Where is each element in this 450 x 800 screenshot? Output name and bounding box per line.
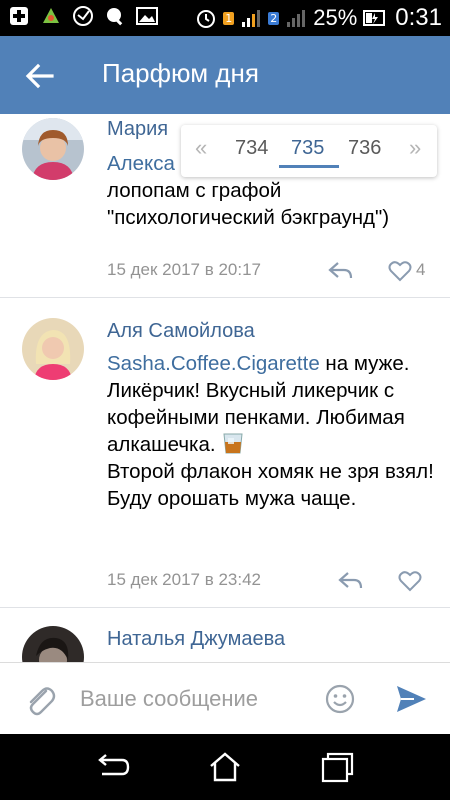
notification-icons (8, 5, 158, 27)
reply-icon[interactable] (328, 260, 354, 282)
system-nav-bar (0, 734, 450, 800)
reply-icon[interactable] (338, 570, 364, 592)
comments-list[interactable]: Мария Алекса лопопам с графой "психологи… (0, 114, 450, 662)
current-page-indicator (279, 165, 339, 168)
prev-page-button[interactable]: « (195, 135, 207, 161)
app-notification-icon (40, 5, 62, 27)
comment-date: 15 дек 2017 в 23:42 (107, 570, 262, 589)
back-arrow-icon[interactable] (22, 58, 58, 94)
clock: 0:31 (395, 4, 442, 31)
bank-icon (72, 5, 94, 27)
signal-icon-sim1 (240, 7, 262, 29)
comment-body: лопопам с графой "психологический бэкгра… (107, 179, 390, 229)
search-app-icon (104, 5, 126, 27)
battery-icon (363, 7, 386, 29)
gallery-icon (136, 5, 158, 27)
page-title: Парфюм дня (102, 58, 259, 88)
avatar[interactable] (22, 318, 84, 380)
comment-body-part2: Второй флакон хомяк не зря взял! Буду ор… (107, 460, 434, 510)
tumbler-glass-emoji (221, 431, 245, 455)
smiley-icon[interactable] (324, 683, 356, 715)
sim1-badge: 1 (223, 11, 235, 25)
status-bar: 1 2 25% 0:31 (0, 0, 450, 36)
comment-item: Наталья Джумаева (0, 608, 450, 662)
page-switcher: « 734 735 736 » (181, 125, 437, 177)
page-button[interactable]: 734 (235, 137, 268, 160)
avatar[interactable] (22, 118, 84, 180)
avatar[interactable] (22, 626, 84, 662)
heart-icon[interactable] (398, 570, 422, 592)
next-page-button[interactable]: » (409, 135, 421, 161)
comment-author[interactable]: Аля Самойлова (107, 320, 255, 343)
sim2-badge: 2 (268, 11, 280, 25)
current-page-button[interactable]: 735 (291, 137, 324, 160)
page-button[interactable]: 736 (348, 137, 381, 160)
message-input[interactable] (80, 683, 310, 715)
comment-date: 15 дек 2017 в 20:17 (107, 260, 262, 279)
message-composer (0, 662, 450, 734)
battery-percent: 25% (313, 5, 358, 30)
alarm-icon (195, 7, 217, 29)
comment-item: Аля Самойлова Sasha.Coffee.Cigarette на … (0, 298, 450, 608)
system-icons: 1 2 25% 0:31 (195, 4, 442, 32)
mention-link[interactable]: Sasha.Coffee.Cigarette (107, 352, 320, 375)
heart-icon[interactable] (388, 260, 412, 282)
comment-author[interactable]: Наталья Джумаева (107, 628, 285, 651)
home-icon[interactable] (205, 750, 245, 784)
add-icon (8, 5, 30, 27)
likes-count: 4 (416, 260, 426, 279)
app-bar: Парфюм дня (0, 36, 450, 114)
send-icon[interactable] (394, 683, 428, 715)
recents-icon[interactable] (318, 750, 358, 784)
comment-text: Sasha.Coffee.Cigarette на муже. Ликёрчик… (107, 350, 437, 512)
back-icon[interactable] (92, 750, 132, 784)
paperclip-icon[interactable] (24, 683, 56, 717)
comment-author[interactable]: Мария (107, 118, 168, 141)
signal-icon-sim2 (285, 7, 307, 29)
mention-link[interactable]: Алекса (107, 152, 175, 175)
